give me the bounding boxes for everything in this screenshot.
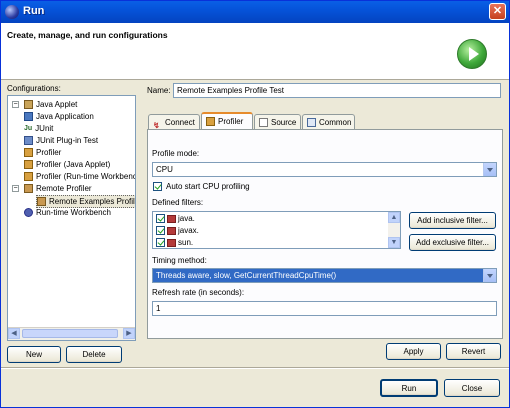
tree-item-java-application[interactable]: Java Application: [24, 111, 94, 122]
defined-filters-list[interactable]: java. javax. sun. ▲ ▼: [152, 211, 401, 249]
apply-button[interactable]: Apply: [386, 343, 441, 360]
name-input[interactable]: Remote Examples Profile Test: [173, 83, 501, 98]
run-button[interactable]: Run: [380, 379, 438, 397]
java-applet-icon: [24, 100, 33, 110]
tab-source[interactable]: Source: [254, 114, 301, 130]
remote-profiler-config-icon: [37, 197, 46, 207]
name-label: Name:: [147, 86, 171, 95]
configurations-label: Configurations:: [7, 84, 61, 93]
add-exclusive-filter-button[interactable]: Add exclusive filter...: [409, 234, 496, 251]
tree-item-junit-plugin-test[interactable]: JUnit Plug-in Test: [24, 135, 98, 146]
tab-profiler[interactable]: Profiler: [201, 112, 253, 130]
tab-connect[interactable]: ↯ Connect: [148, 114, 200, 130]
package-icon: [167, 238, 176, 247]
refresh-rate-label: Refresh rate (in seconds):: [152, 288, 245, 297]
filter-item[interactable]: sun.: [156, 237, 193, 248]
banner: Create, manage, and run configurations: [1, 23, 509, 80]
configurations-tree[interactable]: − Java Applet Java Application Ju JUnit J…: [7, 95, 136, 341]
refresh-rate-input[interactable]: 1: [152, 301, 497, 316]
scroll-left-icon[interactable]: ◀: [8, 328, 20, 339]
tree-horizontal-scrollbar[interactable]: ◀ ▶: [8, 327, 135, 340]
chevron-down-icon[interactable]: [483, 163, 496, 176]
add-inclusive-filter-button[interactable]: Add inclusive filter...: [409, 212, 496, 229]
footer-separator: [1, 367, 509, 369]
profiler-icon: [24, 172, 33, 182]
remote-profiler-icon: [24, 184, 33, 194]
filters-vertical-scrollbar[interactable]: ▲ ▼: [388, 212, 400, 248]
filter-checkbox[interactable]: [156, 238, 165, 248]
close-window-button[interactable]: ✕: [489, 3, 506, 20]
tree-item-runtime-workbench[interactable]: Run-time Workbench: [24, 207, 111, 218]
filter-item[interactable]: javax.: [156, 225, 199, 236]
tree-item-junit[interactable]: Ju JUnit: [24, 123, 53, 134]
workbench-icon: [24, 208, 33, 218]
profiler-icon: [24, 160, 33, 170]
eclipse-icon: [5, 5, 19, 19]
tree-item-remote-profiler[interactable]: Remote Profiler: [24, 183, 92, 194]
auto-start-checkbox[interactable]: [153, 182, 162, 191]
scroll-down-icon[interactable]: ▼: [388, 237, 400, 248]
profile-mode-label: Profile mode:: [152, 149, 200, 158]
scroll-right-icon[interactable]: ▶: [123, 328, 135, 339]
banner-text: Create, manage, and run configurations: [7, 30, 168, 40]
new-button[interactable]: New: [7, 346, 61, 363]
close-button[interactable]: Close: [444, 379, 500, 397]
run-icon: [457, 39, 487, 69]
filter-checkbox[interactable]: [156, 214, 165, 224]
filter-item[interactable]: java.: [156, 213, 195, 224]
connect-icon: ↯: [153, 121, 160, 131]
auto-start-label: Auto start CPU profiling: [166, 182, 250, 191]
package-icon: [167, 226, 176, 235]
package-icon: [167, 214, 176, 223]
tree-item-profiler[interactable]: Profiler: [24, 147, 61, 158]
delete-button[interactable]: Delete: [66, 346, 122, 363]
revert-button[interactable]: Revert: [446, 343, 501, 360]
common-icon: [307, 118, 316, 128]
run-dialog: Run ✕ Create, manage, and run configurat…: [0, 0, 510, 408]
junit-plugin-icon: [24, 136, 33, 146]
timing-method-label: Timing method:: [152, 256, 207, 265]
profiler-icon: [24, 148, 33, 158]
collapse-icon[interactable]: −: [12, 185, 19, 192]
junit-icon: Ju: [24, 125, 33, 133]
chevron-down-icon[interactable]: [483, 269, 496, 282]
tree-item-java-applet[interactable]: Java Applet: [24, 99, 77, 110]
profiler-icon: [206, 117, 215, 127]
tree-item-profiler-runtime-workbench[interactable]: Profiler (Run-time Workbenc: [24, 171, 135, 182]
title-bar[interactable]: Run ✕: [1, 1, 509, 23]
defined-filters-label: Defined filters:: [152, 198, 204, 207]
window-title: Run: [23, 5, 45, 17]
timing-method-select[interactable]: Threads aware, slow, GetCurrentThreadCpu…: [152, 268, 497, 283]
scroll-up-icon[interactable]: ▲: [388, 212, 400, 223]
scroll-thumb[interactable]: [22, 329, 118, 338]
close-icon: ✕: [492, 5, 503, 17]
profile-mode-select[interactable]: CPU: [152, 162, 497, 177]
source-icon: [259, 118, 268, 128]
collapse-icon[interactable]: −: [12, 101, 19, 108]
tree-item-profiler-java-applet[interactable]: Profiler (Java Applet): [24, 159, 110, 170]
filter-checkbox[interactable]: [156, 226, 165, 236]
tab-common[interactable]: Common: [302, 114, 355, 130]
java-application-icon: [24, 112, 33, 122]
